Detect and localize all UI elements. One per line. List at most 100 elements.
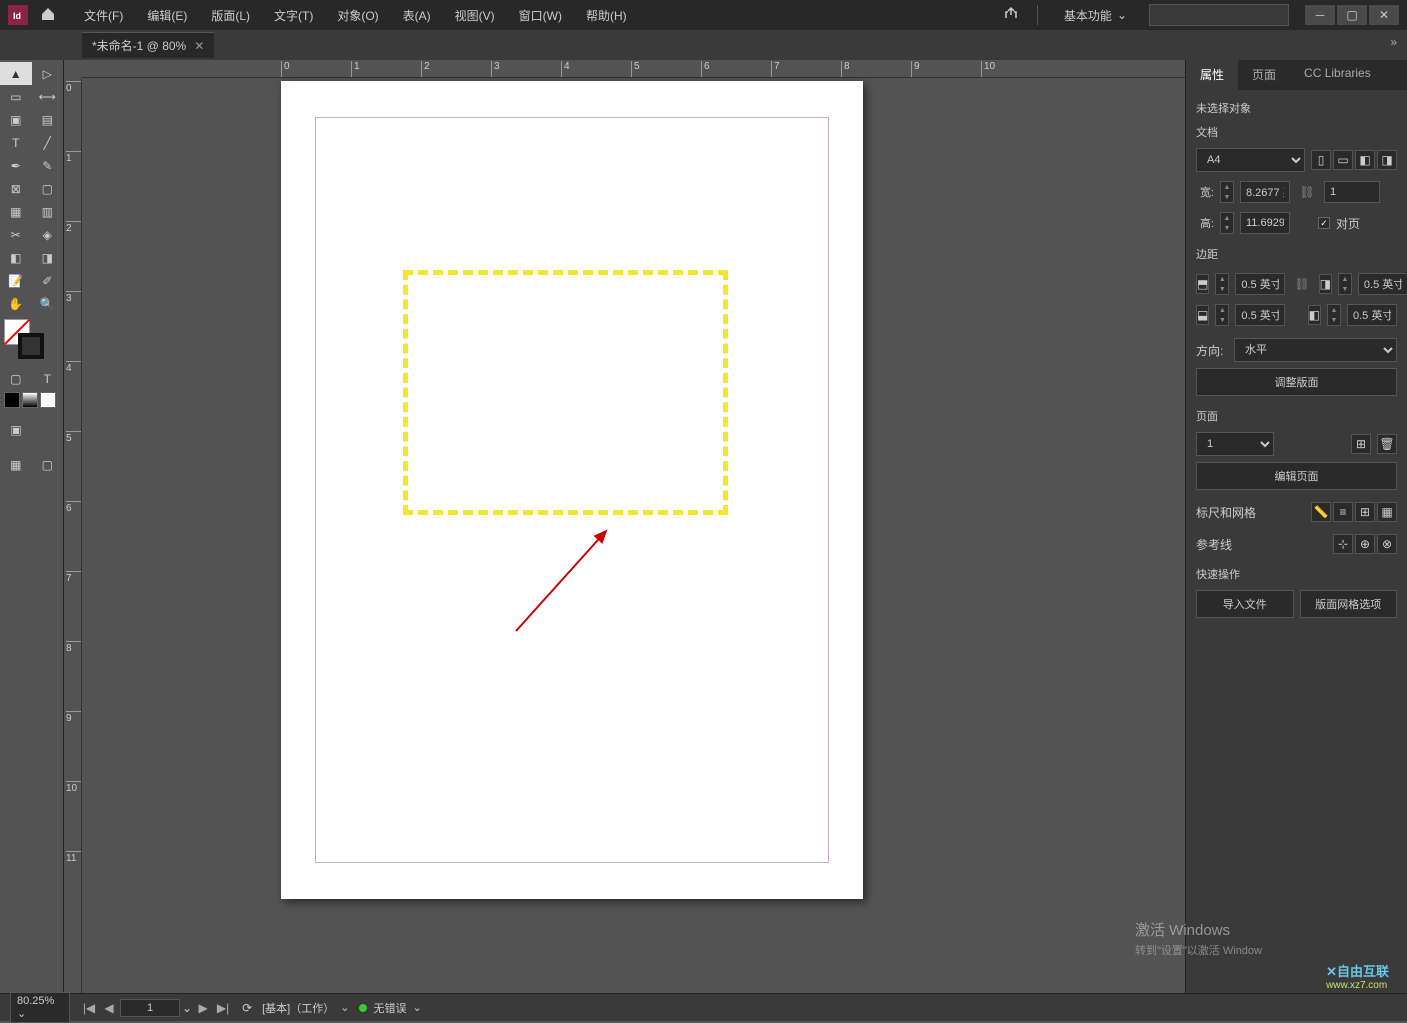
workspace-selector[interactable]: 基本功能⌄ <box>1056 3 1135 28</box>
binding-ltr-icon[interactable]: ◧ <box>1355 150 1375 170</box>
margin-left-input[interactable] <box>1358 273 1407 295</box>
selection-tool[interactable]: ▲ <box>0 62 32 85</box>
margin-bottom-input[interactable] <box>1235 304 1285 326</box>
gap-tool[interactable]: ⟷ <box>32 85 64 108</box>
prev-page-button[interactable]: ◀ <box>100 999 118 1017</box>
first-page-button[interactable]: |◀ <box>80 999 98 1017</box>
app-icon[interactable]: Id <box>8 5 28 25</box>
horizontal-ruler[interactable]: 012345678910 <box>82 60 1185 78</box>
gradient-feather-tool[interactable]: ◨ <box>32 246 64 269</box>
menu-window[interactable]: 窗口(W) <box>507 1 574 30</box>
style-status[interactable]: [基本]（工作） ⌄ <box>262 1000 349 1016</box>
share-icon[interactable] <box>1003 6 1019 25</box>
margin-right-spinner[interactable]: ▲▼ <box>1327 304 1341 326</box>
edit-page-button[interactable]: 编辑页面 <box>1196 462 1397 490</box>
apply-none-swatch[interactable] <box>40 392 56 408</box>
minimize-button[interactable]: ─ <box>1305 5 1335 25</box>
document-tab[interactable]: *未命名-1 @ 80% ✕ <box>82 32 214 58</box>
margin-bottom-spinner[interactable]: ▲▼ <box>1215 304 1229 326</box>
page-select[interactable]: 1 <box>1196 432 1274 456</box>
gradient-swatch-tool[interactable]: ◧ <box>0 246 32 269</box>
stroke-swatch[interactable] <box>18 333 44 359</box>
menu-edit[interactable]: 编辑(E) <box>135 1 199 30</box>
margin-top-spinner[interactable]: ▲▼ <box>1215 273 1229 295</box>
margin-left-spinner[interactable]: ▲▼ <box>1338 273 1352 295</box>
document-grid-icon[interactable]: ⊞ <box>1355 502 1375 522</box>
page-number-input[interactable] <box>120 999 180 1017</box>
pencil-tool[interactable]: ✎ <box>32 154 64 177</box>
new-page-icon[interactable]: ⊞ <box>1351 434 1371 454</box>
delete-page-icon[interactable]: 🗑 <box>1377 434 1397 454</box>
menu-object[interactable]: 对象(O) <box>325 1 390 30</box>
menu-help[interactable]: 帮助(H) <box>574 1 639 30</box>
line-tool[interactable]: ╱ <box>32 131 64 154</box>
ruler-icon[interactable]: 📏 <box>1311 502 1331 522</box>
link-dimensions-icon[interactable]: ⛓ <box>1299 178 1315 206</box>
menu-table[interactable]: 表(A) <box>391 1 443 30</box>
content-collector-tool[interactable]: ▣ <box>0 108 32 131</box>
zoom-select[interactable]: 80.25% ⌄ <box>10 992 70 1023</box>
lock-guides-icon[interactable]: ⊗ <box>1377 534 1397 554</box>
layout-grid-icon[interactable]: ▦ <box>1377 502 1397 522</box>
width-spinner[interactable]: ▲▼ <box>1220 181 1234 203</box>
apply-color-swatch[interactable] <box>4 392 20 408</box>
dashed-rectangle-object[interactable] <box>403 270 728 515</box>
expand-panels-icon[interactable]: » <box>1390 35 1397 49</box>
direct-selection-tool[interactable]: ▷ <box>32 62 64 85</box>
pages-input[interactable] <box>1324 181 1380 203</box>
preflight-icon[interactable]: ⟳ <box>242 1001 252 1015</box>
rectangle-frame-tool[interactable]: ⊠ <box>0 177 32 200</box>
pen-tool[interactable]: ✒ <box>0 154 32 177</box>
home-icon[interactable] <box>40 6 56 25</box>
height-spinner[interactable]: ▲▼ <box>1220 212 1234 234</box>
formatting-text-icon[interactable]: T <box>32 367 64 390</box>
type-tool[interactable]: T <box>0 131 32 154</box>
apply-gradient-swatch[interactable] <box>22 392 38 408</box>
orientation-select[interactable]: 水平 <box>1234 338 1397 362</box>
baseline-grid-icon[interactable]: ≡ <box>1333 502 1353 522</box>
tab-pages[interactable]: 页面 <box>1238 60 1290 90</box>
formatting-container-icon[interactable]: ▢ <box>0 367 32 390</box>
height-input[interactable] <box>1240 212 1290 234</box>
horizontal-grid-tool[interactable]: ▦ <box>0 200 32 223</box>
content-placer-tool[interactable]: ▤ <box>32 108 64 131</box>
free-transform-tool[interactable]: ◈ <box>32 223 64 246</box>
adjust-layout-button[interactable]: 调整版面 <box>1196 368 1397 396</box>
canvas-viewport[interactable] <box>82 78 1185 993</box>
menu-file[interactable]: 文件(F) <box>72 1 135 30</box>
scissors-tool[interactable]: ✂ <box>0 223 32 246</box>
zoom-tool[interactable]: 🔍 <box>32 292 64 315</box>
snap-guides-icon[interactable]: ⊹ <box>1333 534 1353 554</box>
last-page-button[interactable]: ▶| <box>214 999 232 1017</box>
import-file-button[interactable]: 导入文件 <box>1196 590 1294 618</box>
view-mode-icon[interactable]: ▣ <box>0 418 32 441</box>
rectangle-tool[interactable]: ▢ <box>32 177 64 200</box>
page-tool[interactable]: ▭ <box>0 85 32 108</box>
screen-mode-preview[interactable]: ▢ <box>32 453 64 476</box>
menu-layout[interactable]: 版面(L) <box>199 1 262 30</box>
facing-pages-checkbox[interactable]: ✓ <box>1318 217 1330 229</box>
next-page-button[interactable]: ▶ <box>194 999 212 1017</box>
error-status[interactable]: 无错误 ⌄ <box>359 1000 421 1016</box>
eyedropper-tool[interactable]: ✐ <box>32 269 64 292</box>
close-button[interactable]: ✕ <box>1369 5 1399 25</box>
hand-tool[interactable]: ✋ <box>0 292 32 315</box>
screen-mode-normal[interactable]: ▦ <box>0 453 32 476</box>
tab-cc-libraries[interactable]: CC Libraries <box>1290 60 1385 90</box>
menu-view[interactable]: 视图(V) <box>443 1 507 30</box>
tab-properties[interactable]: 属性 <box>1186 60 1238 90</box>
binding-rtl-icon[interactable]: ◨ <box>1377 150 1397 170</box>
tab-close-icon[interactable]: ✕ <box>194 39 204 53</box>
link-margins-icon[interactable]: ⛓ <box>1294 270 1309 298</box>
layout-grid-options-button[interactable]: 版面网格选项 <box>1300 590 1398 618</box>
vertical-ruler[interactable]: 01234567891011 <box>64 78 82 993</box>
smart-guides-icon[interactable]: ⊕ <box>1355 534 1375 554</box>
orientation-landscape-icon[interactable]: ▭ <box>1333 150 1353 170</box>
menu-type[interactable]: 文字(T) <box>262 1 325 30</box>
orientation-portrait-icon[interactable]: ▯ <box>1311 150 1331 170</box>
search-input[interactable] <box>1149 4 1289 26</box>
margin-right-input[interactable] <box>1347 304 1397 326</box>
margin-top-input[interactable] <box>1235 273 1285 295</box>
maximize-button[interactable]: ▢ <box>1337 5 1367 25</box>
note-tool[interactable]: 📝 <box>0 269 32 292</box>
